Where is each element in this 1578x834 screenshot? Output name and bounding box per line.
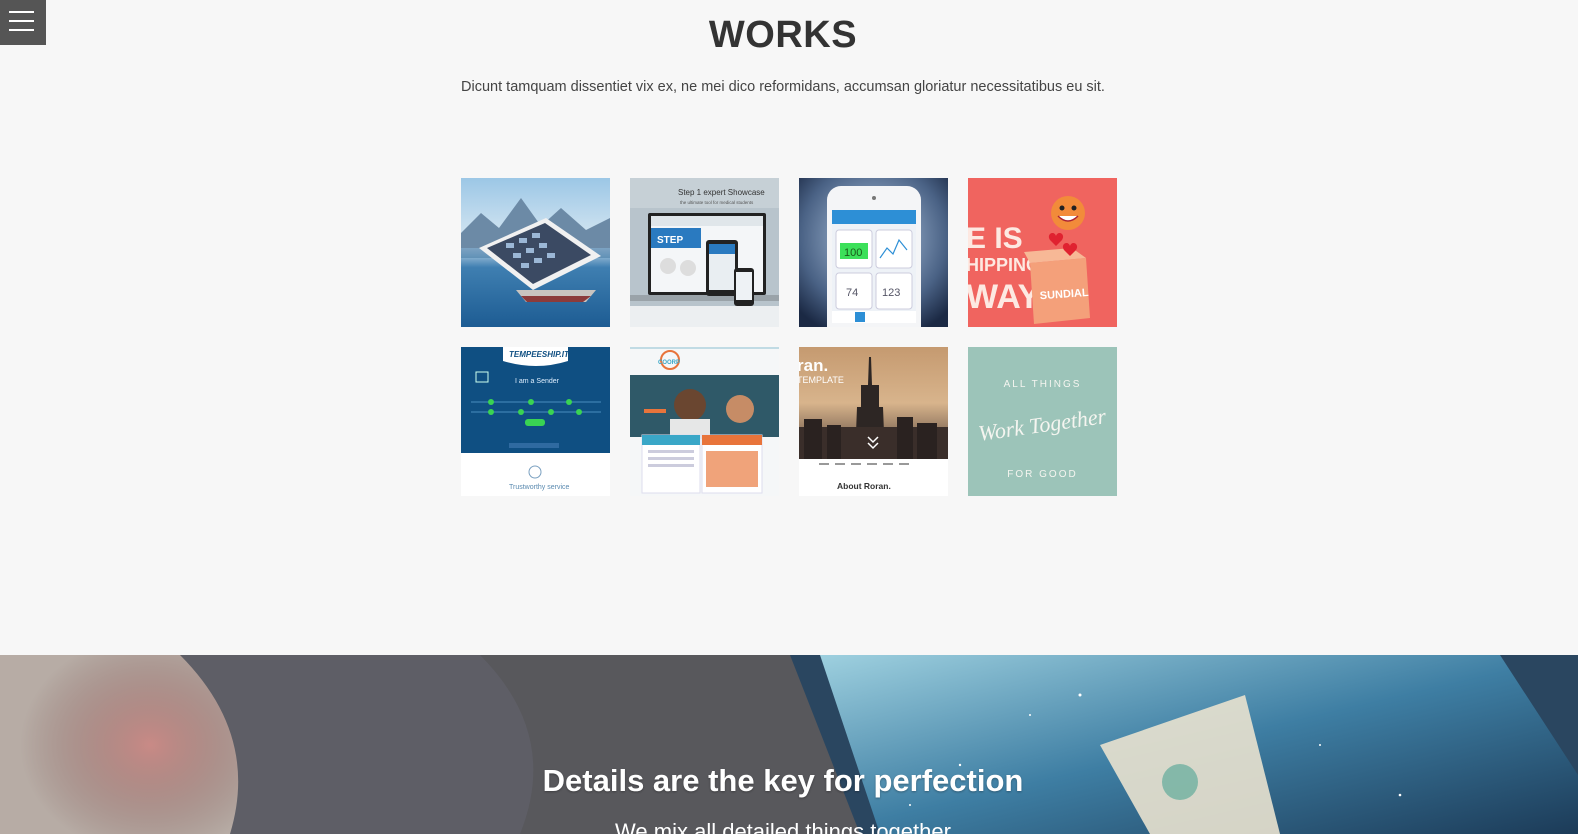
thumbnail-caption: About Roran.: [837, 481, 891, 491]
portfolio-item-2[interactable]: Step 1 expert Showcase the ultimate tool…: [630, 178, 779, 327]
portfolio-grid: Step 1 expert Showcase the ultimate tool…: [461, 178, 1117, 496]
thumbnail-caption: ran.: [799, 356, 828, 375]
portfolio-item-7[interactable]: ran. TEMPLATE About Roran.: [799, 347, 948, 496]
svg-text:STEP: STEP: [657, 235, 683, 246]
thumbnail-caption: Step 1 expert Showcase: [678, 188, 765, 197]
thumbnail-caption: the ultimate tool for medical students: [680, 200, 754, 205]
thumbnail-caption: WAY: [968, 278, 1041, 316]
hero-subtitle: We mix all detailed things together: [615, 819, 951, 834]
section-subtitle: Dicunt tamquam dissentiet vix ex, ne mei…: [461, 79, 1105, 95]
thumbnail-caption: E IS: [968, 222, 1023, 255]
thumbnail-caption: 123: [882, 287, 900, 299]
thumbnail-image: TEMPEESHIP.IT I am a Sender Trustworthy …: [461, 347, 610, 496]
thumbnail-caption: I am a Sender: [515, 378, 560, 385]
thumbnail-image: [461, 178, 610, 327]
thumbnail-caption: 74: [846, 287, 858, 299]
thumbnail-image: 100 74 123: [799, 178, 948, 327]
thumbnail-caption: TEMPEESHIP.IT: [509, 350, 570, 359]
section-title: WORKS: [708, 14, 858, 56]
thumbnail-caption: TEMPLATE: [799, 375, 844, 385]
thumbnail-caption: ALL THINGS: [1004, 379, 1082, 390]
portfolio-item-5[interactable]: TEMPEESHIP.IT I am a Sender Trustworthy …: [461, 347, 610, 496]
thumbnail-image: E IS HIPPING WAY SUNDIAL: [968, 178, 1117, 327]
thumbnail-image: ran. TEMPLATE About Roran.: [799, 347, 948, 496]
thumbnail-image: ALL THINGS Work Together FOR GOOD: [968, 347, 1117, 496]
portfolio-item-3[interactable]: 100 74 123: [799, 178, 948, 327]
hero-background-image: [0, 655, 1578, 834]
thumbnail-caption: FOR GOOD: [1007, 469, 1077, 480]
portfolio-item-8[interactable]: ALL THINGS Work Together FOR GOOD: [968, 347, 1117, 496]
thumbnail-image: COORP: [630, 347, 779, 496]
thumbnail-image: Step 1 expert Showcase the ultimate tool…: [630, 178, 779, 327]
thumbnail-caption: 100: [844, 247, 862, 259]
hamburger-icon-bar: [9, 11, 34, 13]
hero-banner: Details are the key for perfection We mi…: [0, 655, 1578, 834]
portfolio-item-4[interactable]: E IS HIPPING WAY SUNDIAL: [968, 178, 1117, 327]
hero-title: Details are the key for perfection: [542, 763, 1024, 798]
thumbnail-caption: COORP: [658, 360, 680, 366]
portfolio-item-6[interactable]: COORP: [630, 347, 779, 496]
thumbnail-caption: Trustworthy service: [509, 484, 570, 491]
portfolio-item-1[interactable]: [461, 178, 610, 327]
